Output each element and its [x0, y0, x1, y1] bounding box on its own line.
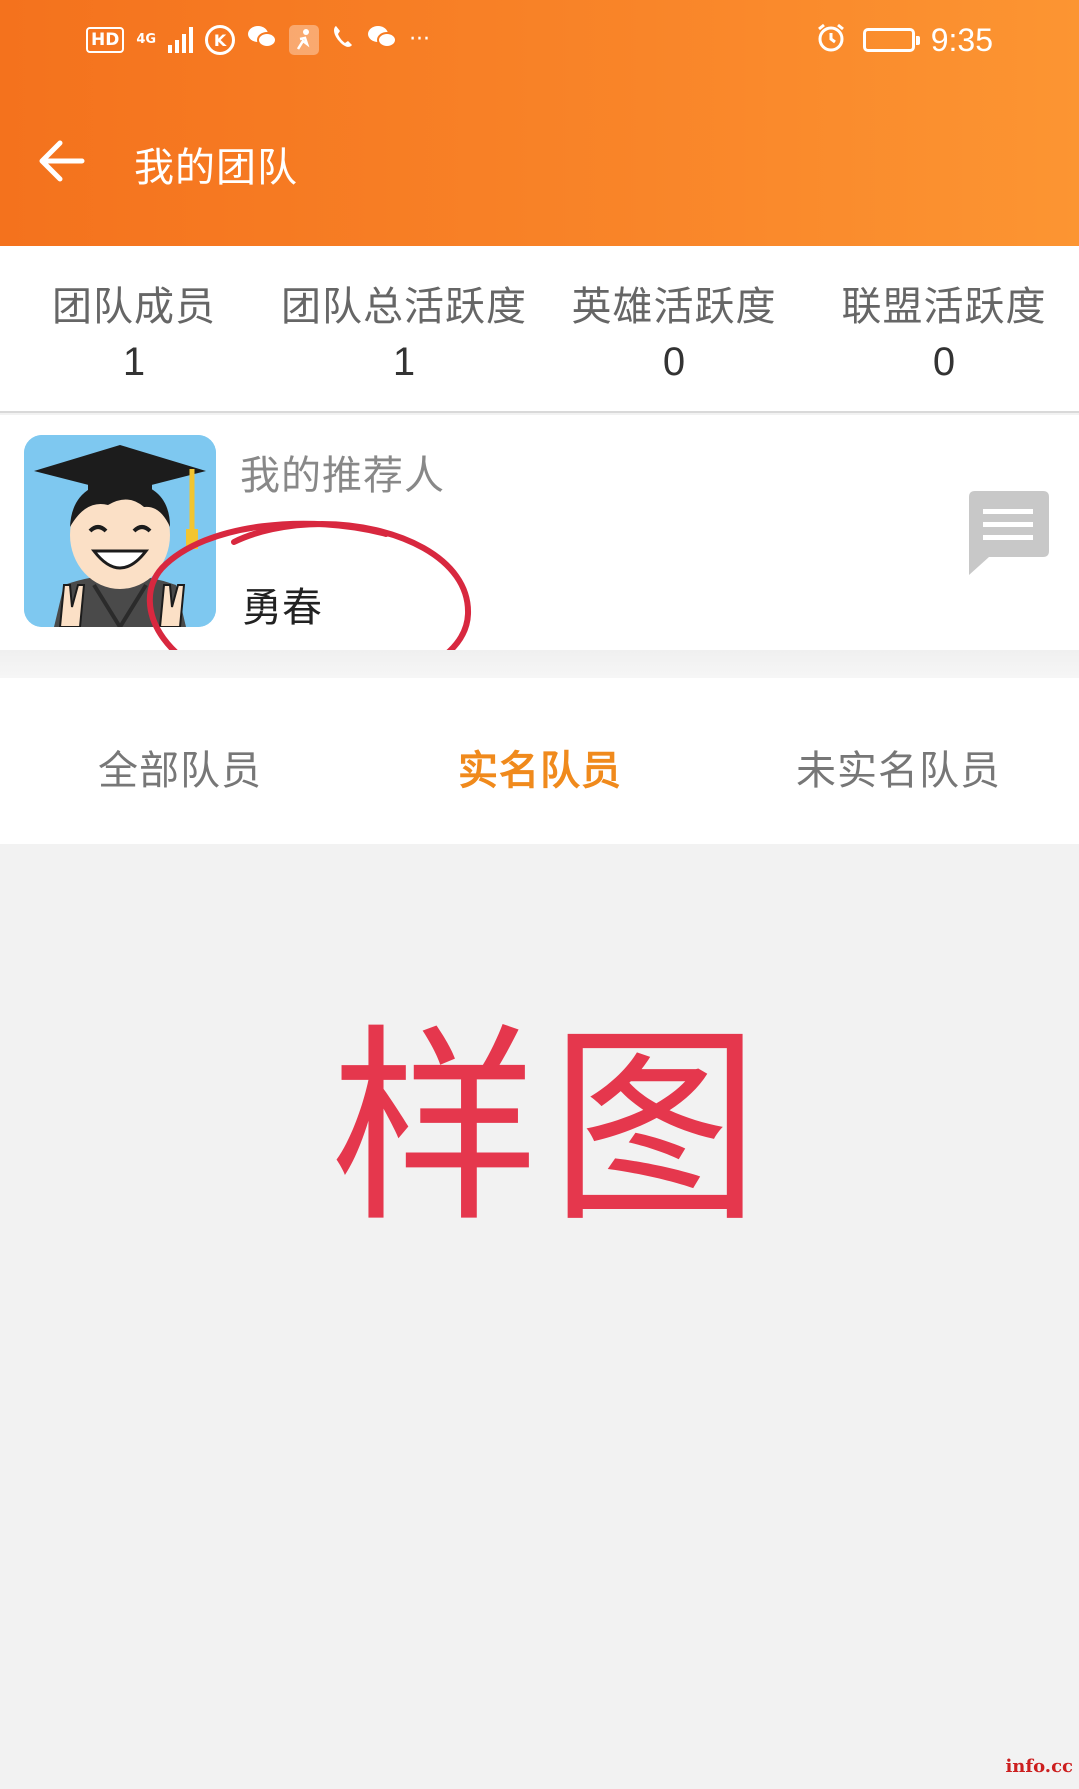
section-divider — [0, 650, 1079, 678]
phone-icon — [331, 24, 355, 56]
page-title: 我的团队 — [134, 145, 298, 191]
stat-alliance-activity: 联盟活跃度 0 — [814, 274, 1074, 385]
status-bar: HD 4G K ··· 9:35 — [0, 0, 1079, 80]
app-header: HD 4G K ··· 9:35 我的团队 — [0, 0, 1079, 246]
tab-unverified-members[interactable]: 未实名队员 — [796, 738, 1001, 796]
stat-value: 1 — [122, 340, 146, 384]
message-icon[interactable] — [965, 491, 1049, 581]
clock-time: 9:35 — [930, 21, 993, 58]
battery-icon — [862, 28, 920, 52]
sample-image-watermark: 样图 — [330, 1006, 771, 1251]
referrer-card[interactable]: 我的推荐人 勇春 — [0, 415, 1079, 650]
referrer-label: 我的推荐人 — [240, 453, 445, 499]
more-notifications-icon: ··· — [409, 27, 431, 52]
referrer-name: 勇春 — [242, 585, 322, 631]
k-app-icon: K — [205, 25, 236, 55]
stat-hero-activity: 英雄活跃度 0 — [544, 274, 804, 385]
stat-value: 0 — [662, 340, 686, 384]
stat-team-members: 团队成员 1 — [4, 274, 264, 385]
stat-label: 团队总活跃度 — [281, 284, 527, 330]
wechat-icon — [247, 24, 278, 56]
stat-label: 英雄活跃度 — [571, 284, 777, 330]
status-icons-right: 9:35 — [815, 18, 993, 62]
team-stats: 团队成员 1 团队总活跃度 1 英雄活跃度 0 联盟活跃度 0 — [0, 246, 1079, 413]
status-icons-left: HD 4G K ··· — [86, 18, 430, 62]
tab-verified-members[interactable]: 实名队员 — [458, 738, 622, 796]
tab-all-members[interactable]: 全部队员 — [98, 738, 262, 796]
member-filter-tabs: 全部队员 实名队员 未实名队员 — [0, 678, 1079, 844]
back-arrow-icon[interactable] — [34, 134, 88, 188]
running-app-icon — [289, 25, 320, 55]
alarm-icon — [815, 22, 847, 58]
wechat-icon-2 — [367, 24, 398, 56]
stat-value: 1 — [392, 340, 416, 384]
member-list-area: 样图 info.cc — [0, 844, 1079, 1789]
stat-value: 0 — [932, 340, 956, 384]
stat-label: 团队成员 — [52, 284, 216, 330]
corner-watermark: info.cc — [1005, 1756, 1073, 1777]
stat-team-total-activity: 团队总活跃度 1 — [274, 274, 534, 385]
hd-icon: HD — [86, 27, 125, 53]
avatar — [24, 435, 216, 627]
network-type-label: 4G — [136, 32, 157, 47]
stat-label: 联盟活跃度 — [841, 284, 1047, 330]
signal-icon — [168, 27, 194, 53]
